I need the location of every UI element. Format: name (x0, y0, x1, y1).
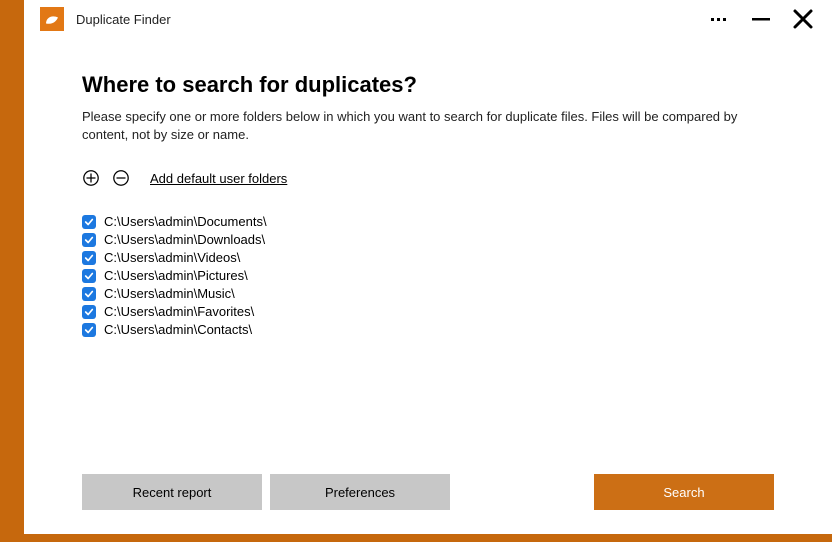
folder-path: C:\Users\admin\Contacts\ (104, 322, 252, 337)
search-button[interactable]: Search (594, 474, 774, 510)
folder-path: C:\Users\admin\Downloads\ (104, 232, 265, 247)
close-icon[interactable] (792, 8, 814, 30)
main-content: Where to search for duplicates? Please s… (24, 34, 832, 534)
folder-item[interactable]: C:\Users\admin\Downloads\ (82, 231, 774, 248)
left-accent-bar (0, 0, 24, 542)
folder-item[interactable]: C:\Users\admin\Videos\ (82, 249, 774, 266)
folder-item[interactable]: C:\Users\admin\Music\ (82, 285, 774, 302)
add-default-folders-link[interactable]: Add default user folders (150, 171, 287, 186)
minimize-icon[interactable] (750, 8, 772, 30)
app-logo-icon (40, 7, 64, 31)
folder-checkbox[interactable] (82, 323, 96, 337)
folder-checkbox[interactable] (82, 269, 96, 283)
window-controls (708, 8, 824, 30)
folder-item[interactable]: C:\Users\admin\Favorites\ (82, 303, 774, 320)
folder-item[interactable]: C:\Users\admin\Documents\ (82, 213, 774, 230)
recent-report-button[interactable]: Recent report (82, 474, 262, 510)
add-folder-icon[interactable] (82, 169, 100, 187)
folder-path: C:\Users\admin\Videos\ (104, 250, 240, 265)
folder-path: C:\Users\admin\Favorites\ (104, 304, 254, 319)
folder-checkbox[interactable] (82, 287, 96, 301)
folder-checkbox[interactable] (82, 215, 96, 229)
folder-path: C:\Users\admin\Documents\ (104, 214, 267, 229)
folder-list: C:\Users\admin\Documents\ C:\Users\admin\… (82, 213, 774, 338)
menu-dots-icon[interactable] (708, 8, 730, 30)
title-bar: Duplicate Finder (24, 0, 832, 34)
footer-buttons: Recent report Preferences Search (82, 474, 774, 510)
remove-folder-icon[interactable] (112, 169, 130, 187)
folder-item[interactable]: C:\Users\admin\Pictures\ (82, 267, 774, 284)
page-description: Please specify one or more folders below… (82, 108, 774, 143)
page-heading: Where to search for duplicates? (82, 72, 774, 98)
preferences-button[interactable]: Preferences (270, 474, 450, 510)
folder-checkbox[interactable] (82, 251, 96, 265)
folder-path: C:\Users\admin\Music\ (104, 286, 235, 301)
app-title: Duplicate Finder (76, 12, 171, 27)
bottom-accent-bar (0, 534, 832, 542)
folder-path: C:\Users\admin\Pictures\ (104, 268, 248, 283)
folder-controls-row: Add default user folders (82, 169, 774, 187)
folder-checkbox[interactable] (82, 233, 96, 247)
folder-checkbox[interactable] (82, 305, 96, 319)
folder-item[interactable]: C:\Users\admin\Contacts\ (82, 321, 774, 338)
